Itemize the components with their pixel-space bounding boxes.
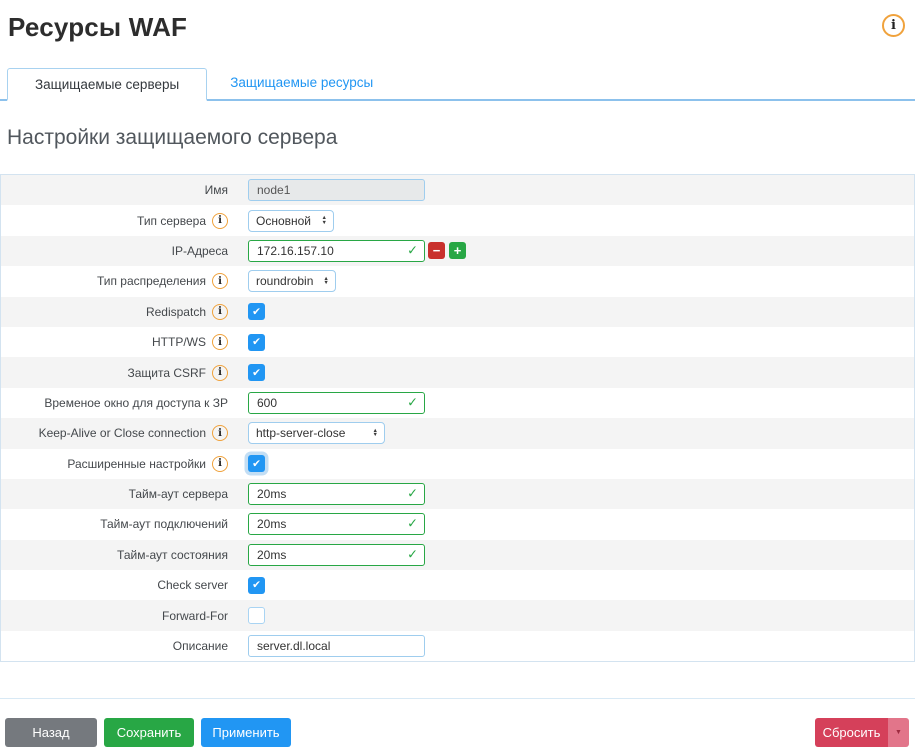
info-icon[interactable]: i	[212, 273, 228, 289]
form-row-server-type: Тип сервера i Основной ▲▼	[1, 205, 914, 235]
form-row-http-ws: HTTP/WS i ✔	[1, 327, 914, 357]
forward-for-checkbox[interactable]	[248, 607, 265, 624]
page-header: Ресурсы WAF i	[0, 0, 915, 43]
status-timeout-label: Тайм-аут состояния	[1, 548, 228, 562]
advanced-settings-label: Расширенные настройки i	[1, 456, 228, 472]
csrf-label: Защита CSRF i	[1, 365, 228, 381]
save-button[interactable]: Сохранить	[104, 718, 194, 747]
redispatch-checkbox[interactable]: ✔	[248, 303, 265, 320]
form-row-name: Имя	[1, 175, 914, 205]
info-icon[interactable]: i	[212, 304, 228, 320]
caret-down-icon: ▼	[895, 729, 902, 736]
connect-timeout-field[interactable]	[248, 513, 425, 535]
advanced-settings-checkbox[interactable]: ✔	[248, 455, 265, 472]
check-icon: ✔	[252, 306, 261, 318]
keepalive-close-select[interactable]: http-server-close ▲▼	[248, 422, 385, 444]
info-icon[interactable]: i	[882, 14, 905, 37]
check-server-label: Check server	[1, 578, 228, 592]
check-icon: ✔	[252, 367, 261, 379]
reset-dropdown-toggle[interactable]: ▼	[888, 718, 909, 747]
access-time-window-field[interactable]	[248, 392, 425, 414]
ip-addresses-label: IP-Адреса	[1, 244, 228, 258]
info-icon[interactable]: i	[212, 213, 228, 229]
http-ws-label: HTTP/WS i	[1, 334, 228, 350]
check-icon: ✔	[252, 579, 261, 591]
info-icon[interactable]: i	[212, 334, 228, 350]
status-timeout-field[interactable]	[248, 544, 425, 566]
page-title: Ресурсы WAF	[8, 12, 187, 43]
csrf-protection-checkbox[interactable]: ✔	[248, 364, 265, 381]
tab-protected-resources[interactable]: Защищаемые ресурсы	[207, 66, 396, 99]
form-row-connect-timeout: Тайм-аут подключений ✓	[1, 509, 914, 539]
tab-protected-servers[interactable]: Защищаемые серверы	[7, 68, 207, 101]
check-icon: ✔	[252, 336, 261, 348]
forward-for-label: Forward-For	[1, 609, 228, 623]
remove-ip-button[interactable]: −	[428, 242, 445, 259]
check-icon: ✔	[252, 458, 261, 470]
reset-button[interactable]: Сбросить	[815, 718, 888, 747]
description-label: Описание	[1, 639, 228, 653]
form-row-server-timeout: Тайм-аут сервера ✓	[1, 479, 914, 509]
keepalive-label: Keep-Alive or Close connection i	[1, 425, 228, 441]
add-ip-button[interactable]: +	[449, 242, 466, 259]
name-label: Имя	[1, 183, 228, 197]
access-window-label: Временое окно для доступа к ЗР	[1, 396, 228, 410]
form-row-csrf: Защита CSRF i ✔	[1, 357, 914, 387]
footer-actions: Назад Сохранить Применить Сбросить ▼	[0, 699, 915, 747]
name-field[interactable]	[248, 179, 425, 201]
http-ws-checkbox[interactable]: ✔	[248, 334, 265, 351]
form-row-forward-for: Forward-For	[1, 600, 914, 630]
select-arrows-icon: ▲▼	[323, 277, 328, 286]
ip-address-field[interactable]	[248, 240, 425, 262]
back-button[interactable]: Назад	[5, 718, 97, 747]
form-row-advanced: Расширенные настройки i ✔	[1, 449, 914, 479]
connect-timeout-label: Тайм-аут подключений	[1, 517, 228, 531]
tab-bar: Защищаемые серверы Защищаемые ресурсы	[0, 66, 915, 101]
form-row-redispatch: Redispatch i ✔	[1, 297, 914, 327]
description-field[interactable]	[248, 635, 425, 657]
apply-button[interactable]: Применить	[201, 718, 291, 747]
server-type-label: Тип сервера i	[1, 213, 228, 229]
info-icon[interactable]: i	[212, 425, 228, 441]
server-timeout-field[interactable]	[248, 483, 425, 505]
form-row-balance-type: Тип распределения i roundrobin ▲▼	[1, 266, 914, 296]
reset-split-button: Сбросить ▼	[815, 718, 909, 747]
form-row-status-timeout: Тайм-аут состояния ✓	[1, 540, 914, 570]
server-settings-form: Имя Тип сервера i Основной ▲▼ IP-Адреса …	[0, 174, 915, 662]
form-row-check-server: Check server ✔	[1, 570, 914, 600]
balance-type-select[interactable]: roundrobin ▲▼	[248, 270, 336, 292]
redispatch-label: Redispatch i	[1, 304, 228, 320]
select-arrows-icon: ▲▼	[322, 216, 327, 225]
section-heading: Настройки защищаемого сервера	[7, 126, 915, 150]
balance-type-label: Тип распределения i	[1, 273, 228, 289]
server-timeout-label: Тайм-аут сервера	[1, 487, 228, 501]
info-icon[interactable]: i	[212, 365, 228, 381]
server-type-select[interactable]: Основной ▲▼	[248, 210, 334, 232]
form-row-access-window: Временое окно для доступа к ЗР ✓	[1, 388, 914, 418]
form-row-ip-addresses: IP-Адреса ✓ − +	[1, 236, 914, 266]
select-arrows-icon: ▲▼	[373, 429, 378, 438]
info-icon[interactable]: i	[212, 456, 228, 472]
form-row-keepalive: Keep-Alive or Close connection i http-se…	[1, 418, 914, 448]
check-server-checkbox[interactable]: ✔	[248, 577, 265, 594]
form-row-description: Описание	[1, 631, 914, 661]
